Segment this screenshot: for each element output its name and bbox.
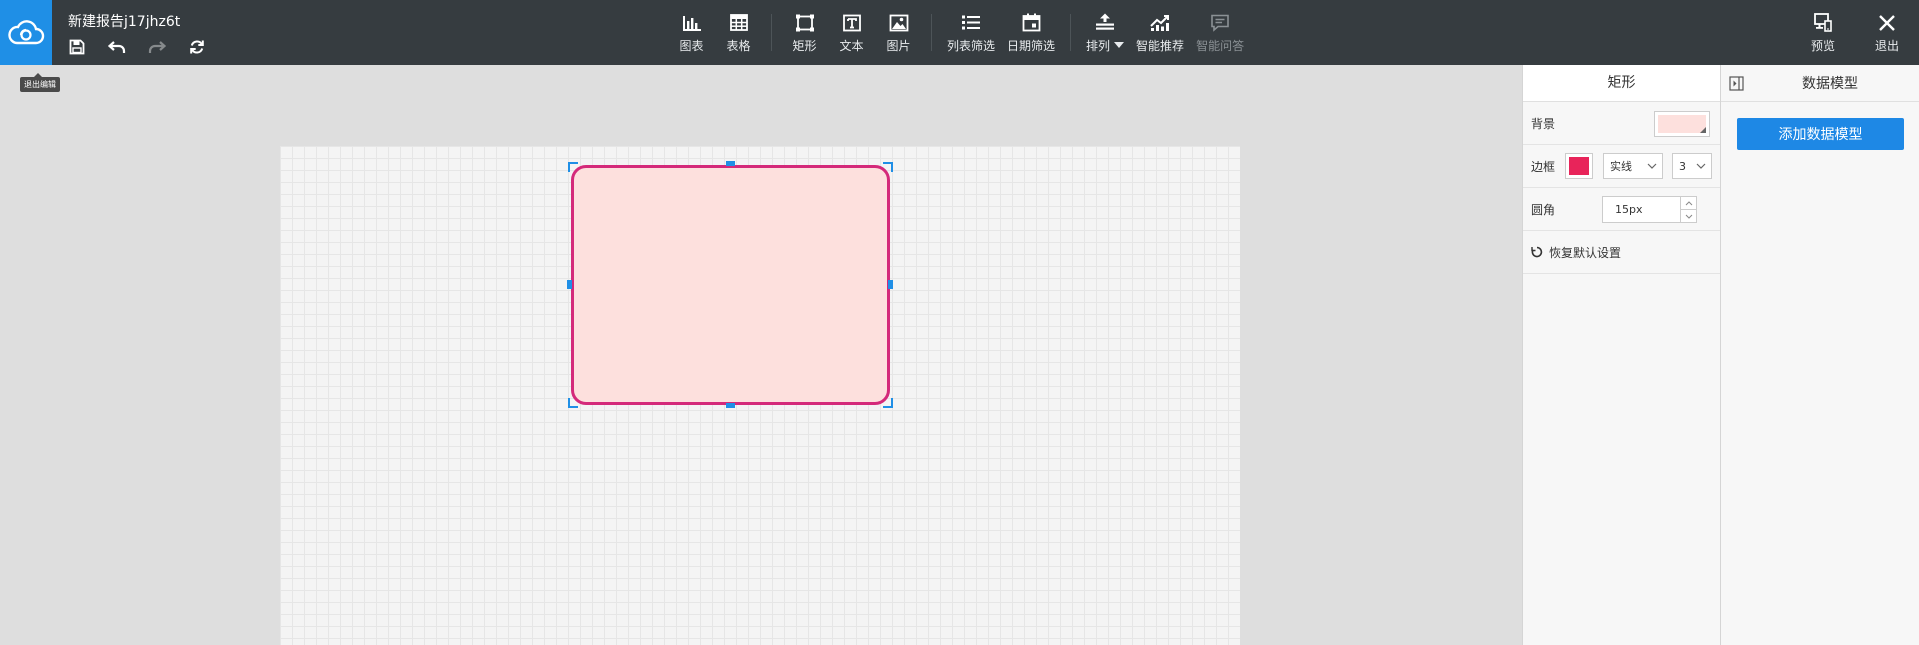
chevron-down-icon <box>1647 163 1657 169</box>
toolbar-divider <box>931 14 932 51</box>
radius-row: 圆角 15px <box>1523 188 1720 231</box>
radius-label: 圆角 <box>1531 202 1556 217</box>
border-row: 边框 实线 3 <box>1523 145 1720 188</box>
properties-panel-title: 矩形 <box>1523 65 1720 102</box>
resize-handle-right[interactable] <box>888 280 893 289</box>
trend-chart-icon <box>1149 12 1171 34</box>
text-tool-label: 文本 <box>839 38 864 53</box>
table-tool-label: 表格 <box>726 38 751 53</box>
image-icon <box>889 12 909 34</box>
background-row: 背景 <box>1523 102 1720 145</box>
radius-value[interactable]: 15px <box>1603 197 1680 222</box>
chart-tool-label: 图表 <box>679 38 704 53</box>
radius-stepper[interactable]: 15px <box>1602 196 1697 223</box>
reset-defaults-button[interactable]: 恢复默认设置 <box>1531 244 1621 261</box>
stepper-up-icon[interactable] <box>1681 197 1696 209</box>
selected-rectangle-shape[interactable] <box>571 165 890 405</box>
text-tool-button[interactable]: 文本 <box>828 0 875 65</box>
right-actions: 预览 退出 <box>1791 0 1919 65</box>
toolbar-divider <box>1070 14 1072 51</box>
add-data-model-button[interactable]: 添加数据模型 <box>1737 118 1904 150</box>
undo-icon[interactable] <box>104 36 130 58</box>
resize-handle-top-right[interactable] <box>883 162 893 172</box>
list-filter-tool-button[interactable]: 列表筛选 <box>941 0 1001 65</box>
data-model-panel: 数据模型 添加数据模型 <box>1721 65 1919 645</box>
preview-button[interactable]: 预览 <box>1791 0 1855 65</box>
resize-handle-top-left[interactable] <box>568 162 578 172</box>
border-label: 边框 <box>1531 159 1556 174</box>
table-icon <box>729 12 748 34</box>
radius-stepper-arrows <box>1680 197 1696 222</box>
date-filter-tool-button[interactable]: 日期筛选 <box>1001 0 1061 65</box>
rectangle-icon <box>795 12 815 34</box>
shape-properties-panel: 矩形 背景 边框 实线 3 圆角 15px 恢复默认设置 <box>1522 65 1721 645</box>
border-color-swatch <box>1569 157 1589 175</box>
data-model-title: 数据模型 <box>1802 76 1858 92</box>
smart-recommend-tool-button[interactable]: 智能推荐 <box>1130 0 1190 65</box>
border-width-select[interactable]: 3 <box>1672 153 1712 179</box>
arrange-label-text: 排列 <box>1086 38 1111 53</box>
background-label: 背景 <box>1531 116 1556 131</box>
data-model-header: 数据模型 <box>1721 65 1919 102</box>
image-tool-label: 图片 <box>886 38 911 53</box>
background-color-picker[interactable] <box>1654 111 1710 137</box>
exit-label: 退出 <box>1874 38 1899 53</box>
caret-down-icon <box>1114 42 1125 48</box>
chart-tool-button[interactable]: 图表 <box>668 0 715 65</box>
chevron-down-icon <box>1696 163 1706 169</box>
bar-chart-icon <box>682 12 702 34</box>
exit-button[interactable]: 退出 <box>1855 0 1919 65</box>
toolbar-divider <box>771 14 772 51</box>
save-icon[interactable] <box>64 36 90 58</box>
chat-bubble-icon <box>1210 12 1230 34</box>
refresh-icon[interactable] <box>184 36 210 58</box>
border-style-select[interactable]: 实线 <box>1603 153 1663 179</box>
date-filter-tool-label: 日期筛选 <box>1007 38 1056 53</box>
resize-handle-bottom-right[interactable] <box>883 398 893 408</box>
insert-toolbar: 图表 表格 矩形 文本 图片 列表筛选 日期筛选 排列 智能推荐 智能问答 <box>668 0 1250 65</box>
close-icon <box>1878 12 1896 34</box>
preview-label: 预览 <box>1810 38 1835 53</box>
border-color-picker[interactable] <box>1565 153 1593 179</box>
quick-actions <box>64 36 210 58</box>
arrange-tool-label: 排列 <box>1086 37 1125 54</box>
list-filter-tool-label: 列表筛选 <box>947 38 996 53</box>
table-tool-button[interactable]: 表格 <box>715 0 762 65</box>
layer-arrange-icon <box>1094 12 1116 34</box>
reset-row: 恢复默认设置 <box>1523 231 1720 274</box>
smart-qa-tool-button[interactable]: 智能问答 <box>1190 0 1250 65</box>
top-bar: 新建报告j17jhz6t 图表 表格 矩形 文本 图片 列表筛选 日期筛选 排列… <box>0 0 1919 65</box>
reset-defaults-label: 恢复默认设置 <box>1549 245 1622 260</box>
border-width-value: 3 <box>1679 159 1686 173</box>
resize-handle-left[interactable] <box>567 280 572 289</box>
rect-tool-button[interactable]: 矩形 <box>781 0 828 65</box>
stepper-down-icon[interactable] <box>1681 209 1696 222</box>
logo-cloud-icon[interactable] <box>0 0 52 65</box>
text-icon <box>842 12 862 34</box>
report-title[interactable]: 新建报告j17jhz6t <box>68 11 180 31</box>
rect-tool-label: 矩形 <box>792 38 817 53</box>
smart-qa-tool-label: 智能问答 <box>1196 38 1245 53</box>
resize-handle-top[interactable] <box>726 161 735 166</box>
logo-tooltip: 退出编辑 <box>20 73 60 92</box>
border-style-value: 实线 <box>1610 160 1632 173</box>
redo-icon[interactable] <box>144 36 170 58</box>
arrange-tool-button[interactable]: 排列 <box>1080 0 1130 65</box>
preview-monitor-icon <box>1813 12 1833 34</box>
reset-icon <box>1531 246 1543 258</box>
list-icon <box>961 12 981 34</box>
image-tool-button[interactable]: 图片 <box>875 0 922 65</box>
background-color-swatch <box>1658 115 1706 133</box>
resize-handle-bottom-left[interactable] <box>568 398 578 408</box>
smart-recommend-tool-label: 智能推荐 <box>1136 38 1185 53</box>
resize-handle-bottom[interactable] <box>726 403 735 408</box>
calendar-icon <box>1022 12 1041 34</box>
